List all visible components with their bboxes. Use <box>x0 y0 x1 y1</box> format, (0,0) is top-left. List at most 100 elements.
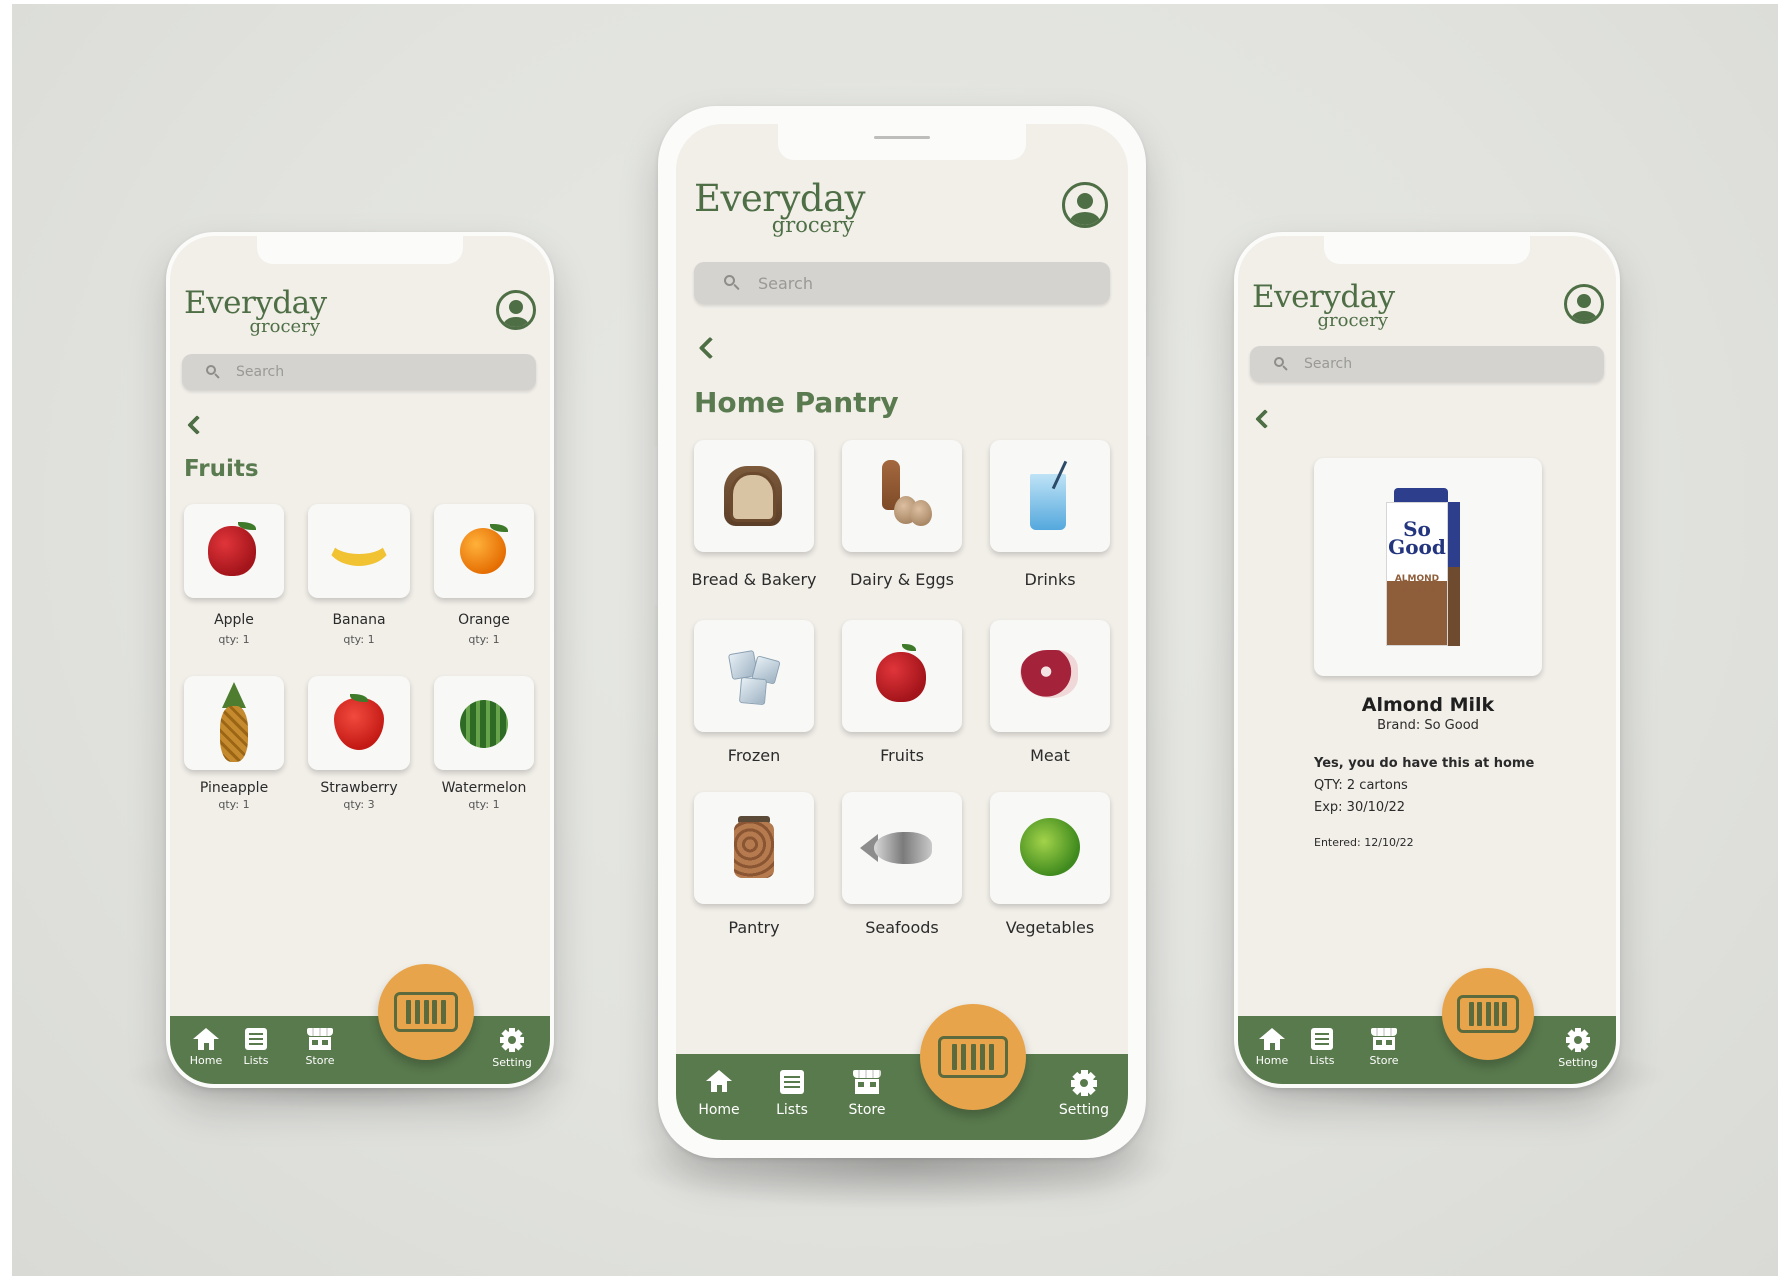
scan-barcode-button[interactable] <box>920 1004 1026 1110</box>
scan-barcode-button[interactable] <box>1442 968 1534 1060</box>
fruit-tile-pineapple[interactable] <box>184 676 284 770</box>
nav-lists[interactable]: Lists <box>770 1070 814 1118</box>
pineapple-icon <box>220 706 248 762</box>
page-title: Fruits <box>184 456 259 482</box>
fruit-tile-banana[interactable] <box>308 504 410 598</box>
screen-product-detail: Everyday grocery Search So Good ALMOND O… <box>1238 236 1616 1084</box>
category-label: Drinks <box>1024 570 1076 589</box>
back-chevron-icon[interactable] <box>187 415 207 435</box>
category-tile-pantry[interactable] <box>694 792 814 904</box>
nav-home-label: Home <box>698 1102 740 1118</box>
notch <box>257 236 463 264</box>
back-chevron-icon[interactable] <box>698 336 722 360</box>
search-input[interactable]: Search <box>1304 356 1352 372</box>
logo-sub-text: grocery <box>249 316 320 337</box>
item-name: Apple <box>214 612 254 628</box>
product-name: Almond Milk <box>1361 694 1495 716</box>
nav-store[interactable]: Store <box>298 1028 342 1067</box>
phone-right: Everyday grocery Search So Good ALMOND O… <box>1234 232 1620 1088</box>
nav-home[interactable]: Home <box>186 1028 226 1067</box>
pineapple-crown <box>222 682 246 708</box>
category-tile-bread-bakery[interactable] <box>694 440 814 552</box>
app-logo: Everyday grocery <box>694 177 866 237</box>
category-tile-drinks[interactable] <box>990 440 1110 552</box>
product-brand: Brand: So Good <box>1377 718 1479 733</box>
nav-lists[interactable]: Lists <box>236 1028 276 1067</box>
gear-icon <box>1566 1028 1590 1052</box>
profile-avatar-icon[interactable] <box>1564 284 1604 324</box>
nav-setting[interactable]: Setting <box>488 1028 536 1069</box>
search-bar[interactable]: Search <box>1250 346 1604 382</box>
page-title: Home Pantry <box>694 386 899 419</box>
scan-barcode-button[interactable] <box>378 964 474 1060</box>
nav-home-label: Home <box>1255 1054 1289 1067</box>
nav-store-label: Store <box>305 1054 335 1067</box>
search-input[interactable]: Search <box>236 364 284 380</box>
item-name: Orange <box>458 612 510 628</box>
profile-avatar-icon[interactable] <box>1062 182 1108 228</box>
nav-setting-label: Setting <box>1058 1102 1110 1118</box>
screen-fruits: Everyday grocery Search Fruits Apple qty… <box>170 236 550 1084</box>
gear-icon <box>1071 1070 1097 1096</box>
strawberry-icon <box>334 698 384 750</box>
category-label: Dairy & Eggs <box>849 570 955 589</box>
inventory-qty: QTY: 2 cartons <box>1314 778 1408 793</box>
package-sub-text: ALMOND <box>1394 574 1440 584</box>
nav-store[interactable]: Store <box>1362 1028 1406 1067</box>
logo-sub-text: grocery <box>771 213 854 237</box>
search-input[interactable]: Search <box>758 274 813 293</box>
package-variant-text: ORIGINAL <box>1397 586 1437 594</box>
item-qty: qty: 1 <box>218 633 250 646</box>
fruit-tile-orange[interactable] <box>434 504 534 598</box>
logo-sub-text: grocery <box>1317 310 1388 331</box>
nav-home[interactable]: Home <box>694 1070 744 1118</box>
profile-avatar-icon[interactable] <box>496 290 536 330</box>
nav-home[interactable]: Home <box>1252 1028 1292 1067</box>
category-tile-frozen[interactable] <box>694 620 814 732</box>
fish-icon <box>874 832 932 864</box>
category-label: Seafoods <box>865 918 939 937</box>
nav-setting[interactable]: Setting <box>1056 1070 1112 1118</box>
store-icon <box>307 1028 333 1050</box>
item-qty: qty: 3 <box>343 798 375 811</box>
store-icon <box>853 1070 881 1094</box>
search-bar[interactable]: Search <box>694 262 1110 304</box>
search-bar[interactable]: Search <box>182 354 536 390</box>
item-name: Watermelon <box>441 780 527 796</box>
inventory-status: Yes, you do have this at home <box>1314 756 1535 771</box>
phone-center: Everyday grocery Search Home Pantry Brea… <box>654 106 1150 1158</box>
search-icon <box>206 365 220 379</box>
watermelon-icon <box>460 700 508 748</box>
list-icon <box>780 1070 804 1094</box>
apples-icon <box>876 652 926 702</box>
app-logo: Everyday grocery <box>1252 282 1395 331</box>
category-label: Frozen <box>727 746 781 765</box>
search-icon <box>1274 357 1288 371</box>
screen-home-pantry: Everyday grocery Search Home Pantry Brea… <box>676 124 1128 1140</box>
home-icon <box>706 1070 732 1092</box>
phone-left: Everyday grocery Search Fruits Apple qty… <box>166 232 554 1088</box>
search-icon <box>724 275 740 291</box>
category-tile-fruits[interactable] <box>842 620 962 732</box>
logo-main-text: Everyday <box>184 285 327 321</box>
back-chevron-icon[interactable] <box>1255 409 1275 429</box>
egg-icon <box>910 500 932 526</box>
app-logo: Everyday grocery <box>184 285 327 337</box>
item-name: Strawberry <box>320 780 398 796</box>
category-tile-meat[interactable] <box>990 620 1110 732</box>
ice-cube-icon <box>738 676 768 706</box>
nav-store-label: Store <box>1369 1054 1399 1067</box>
nav-setting[interactable]: Setting <box>1554 1028 1602 1069</box>
home-icon <box>1259 1028 1285 1050</box>
nav-lists[interactable]: Lists <box>1302 1028 1342 1067</box>
fruit-tile-strawberry[interactable] <box>308 676 410 770</box>
nav-store[interactable]: Store <box>842 1070 892 1118</box>
category-tile-vegetables[interactable] <box>990 792 1110 904</box>
fruit-tile-watermelon[interactable] <box>434 676 534 770</box>
category-tile-dairy-eggs[interactable] <box>842 440 962 552</box>
logo-main-text: Everyday <box>694 177 866 220</box>
fruit-tile-apple[interactable] <box>184 504 284 598</box>
category-tile-seafoods[interactable] <box>842 792 962 904</box>
nav-lists-label: Lists <box>1309 1054 1335 1067</box>
item-qty: qty: 1 <box>343 633 375 646</box>
